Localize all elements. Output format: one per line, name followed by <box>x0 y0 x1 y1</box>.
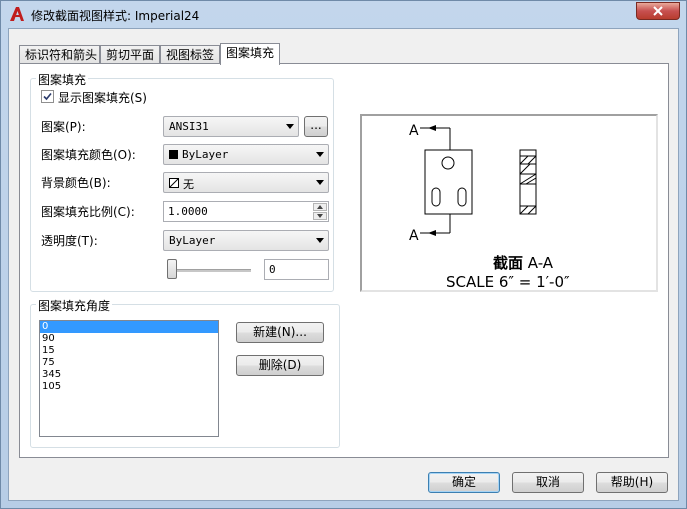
show-hatch-checkbox[interactable] <box>41 90 54 103</box>
background-color-dropdown[interactable]: 无 <box>163 172 329 193</box>
transparency-slider-thumb[interactable] <box>167 259 177 279</box>
list-item[interactable]: 75 <box>40 357 218 369</box>
tab-panel-hatch: 图案填充 显示图案填充(S) 图案(P): ANSI31 ... 图案填充颜色(… <box>19 63 669 458</box>
autocad-logo-icon <box>10 7 24 21</box>
title-bar[interactable]: 修改截面视图样式: Imperial24 <box>1 1 686 27</box>
cancel-button[interactable]: 取消 <box>512 472 584 493</box>
hatch-color-label: 图案填充颜色(O): <box>41 148 136 162</box>
tab-view-label[interactable]: 视图标签 <box>160 45 220 64</box>
hatch-color-value: ByLayer <box>182 148 229 161</box>
ok-label: 确定 <box>451 475 476 489</box>
scale-spinner[interactable] <box>313 203 327 220</box>
pattern-label: 图案(P): <box>41 120 86 134</box>
pattern-dropdown[interactable]: ANSI31 <box>163 116 299 137</box>
help-label: 帮助(H) <box>610 475 654 489</box>
hatch-scale-value: 1.0000 <box>168 205 208 218</box>
transparency-number-input[interactable]: 0 <box>264 259 329 280</box>
hatch-group: 图案填充 显示图案填充(S) 图案(P): ANSI31 ... 图案填充颜色(… <box>30 71 334 292</box>
chevron-down-icon <box>286 124 294 129</box>
list-item[interactable]: 105 <box>40 381 218 393</box>
transparency-dropdown[interactable]: ByLayer <box>163 230 329 251</box>
tab-label: 剪切平面 <box>106 48 155 62</box>
list-item[interactable]: 15 <box>40 345 218 357</box>
delete-angle-label: 删除(D) <box>258 358 302 372</box>
transparency-label: 透明度(T): <box>41 234 98 248</box>
chevron-down-icon <box>316 238 324 243</box>
hatch-scale-label: 图案填充比例(C): <box>41 205 135 219</box>
color-swatch <box>169 150 178 159</box>
spin-up-arrow-icon[interactable] <box>313 203 327 211</box>
tab-label: 标识符和箭头 <box>25 48 98 62</box>
window-title: 修改截面视图样式: Imperial24 <box>31 9 200 23</box>
hatch-scale-input[interactable]: 1.0000 <box>163 201 329 222</box>
group-title: 图案填充 <box>36 71 89 88</box>
no-color-icon <box>169 178 179 188</box>
pattern-value: ANSI31 <box>169 120 209 133</box>
transparency-number-value: 0 <box>269 263 276 276</box>
background-color-label: 背景颜色(B): <box>41 176 111 190</box>
list-item[interactable]: 0 <box>40 321 218 333</box>
delete-angle-button[interactable]: 删除(D) <box>236 355 324 376</box>
preview-section-title: 截面 A-A <box>493 254 554 272</box>
list-item[interactable]: 345 <box>40 369 218 381</box>
section-view-preview: A A 截面 A-A SCALE 6″ = 1′-0″ <box>409 123 570 291</box>
transparency-value: ByLayer <box>169 234 216 247</box>
preview-label-top: A <box>409 123 419 139</box>
arrow-left-icon <box>428 230 436 236</box>
preview-scale-text: SCALE 6″ = 1′-0″ <box>446 273 570 290</box>
background-color-value: 无 <box>183 178 194 191</box>
chevron-down-icon <box>316 180 324 185</box>
group-title: 图案填充角度 <box>36 297 113 314</box>
preview-pane: A A 截面 A-A SCALE 6″ = 1′-0″ <box>360 114 658 292</box>
list-item[interactable]: 90 <box>40 333 218 345</box>
tab-identifiers-arrows[interactable]: 标识符和箭头 <box>19 45 100 64</box>
cancel-label: 取消 <box>535 475 560 489</box>
chevron-down-icon <box>316 152 324 157</box>
arrow-left-icon <box>428 125 436 131</box>
tab-label: 图案填充 <box>226 46 275 60</box>
tab-label: 视图标签 <box>166 48 215 62</box>
close-icon <box>653 6 663 16</box>
checkmark-icon <box>43 92 52 101</box>
tab-hatch[interactable]: 图案填充 <box>220 43 280 65</box>
transparency-slider-track[interactable] <box>167 269 251 272</box>
show-hatch-label: 显示图案填充(S) <box>58 91 147 105</box>
hatch-color-dropdown[interactable]: ByLayer <box>163 144 329 165</box>
tab-cutting-plane[interactable]: 剪切平面 <box>100 45 160 64</box>
hatch-angle-group: 图案填充角度 0 90 15 75 345 105 新建(N)... 删除(D) <box>30 297 340 448</box>
new-angle-label: 新建(N)... <box>253 325 307 339</box>
close-button[interactable] <box>636 2 680 20</box>
pattern-browse-button[interactable]: ... <box>304 116 328 137</box>
preview-label-bottom: A <box>409 228 419 244</box>
spin-down-arrow-icon[interactable] <box>313 212 327 220</box>
ok-button[interactable]: 确定 <box>428 472 500 493</box>
help-button[interactable]: 帮助(H) <box>596 472 668 493</box>
hatch-angle-list[interactable]: 0 90 15 75 345 105 <box>39 320 219 437</box>
hatched-section <box>519 149 537 215</box>
new-angle-button[interactable]: 新建(N)... <box>236 322 324 343</box>
dialog-window: 修改截面视图样式: Imperial24 标识符和箭头 剪切平面 视图标签 图案… <box>0 0 687 509</box>
browse-label: ... <box>310 118 322 132</box>
dialog-client-area: 标识符和箭头 剪切平面 视图标签 图案填充 图案填充 显示图案填充(S) 图案(… <box>8 28 679 501</box>
